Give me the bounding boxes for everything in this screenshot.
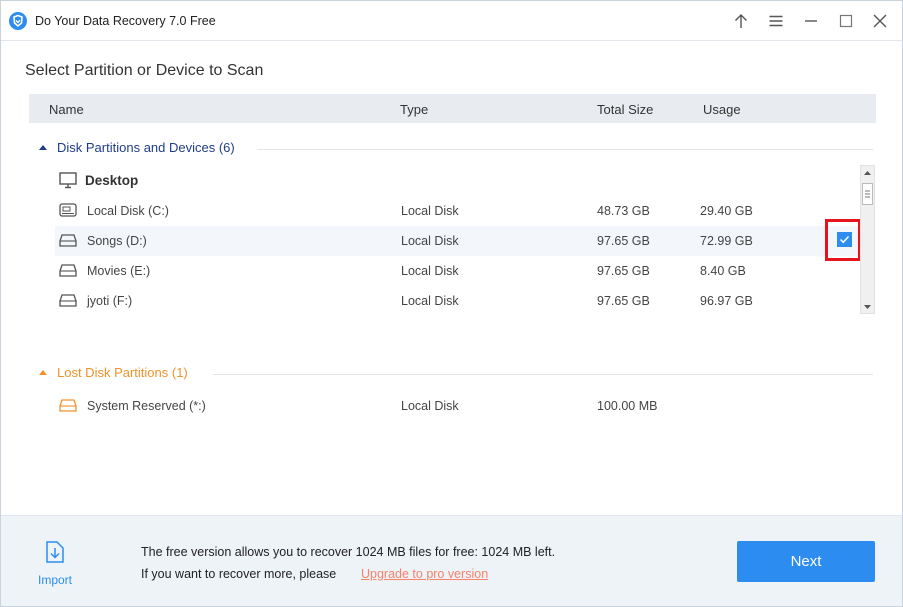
arrow-up-icon (735, 14, 747, 28)
hamburger-menu-icon (769, 15, 783, 27)
import-button[interactable]: Import (31, 540, 79, 587)
row-size: 97.65 GB (597, 234, 650, 248)
scroll-down-arrow[interactable] (861, 300, 874, 313)
drive-icon (59, 264, 77, 277)
chevron-down-icon (864, 304, 871, 309)
row-size: 48.73 GB (597, 204, 650, 218)
next-button[interactable]: Next (737, 541, 875, 582)
app-logo-icon (9, 12, 27, 30)
row-type: Local Disk (401, 294, 459, 308)
import-label: Import (37, 573, 72, 587)
upgrade-link[interactable]: Upgrade to pro version (361, 567, 488, 581)
recover-more-note: If you want to recover more, please (141, 567, 337, 581)
scroll-thumb[interactable] (862, 183, 873, 205)
row-type: Local Disk (401, 399, 459, 413)
select-checkbox[interactable] (837, 232, 852, 247)
window-title: Do Your Data Recovery 7.0 Free (35, 14, 216, 28)
column-header: Name Type Total Size Usage (29, 94, 876, 123)
collapse-triangle-icon (39, 370, 47, 375)
desktop-label: Desktop (85, 173, 139, 188)
chevron-up-icon (864, 170, 871, 175)
group-disk-partitions[interactable]: Disk Partitions and Devices (6) (39, 140, 235, 155)
row-name: jyoti (F:) (87, 294, 133, 308)
close-button[interactable] (868, 9, 892, 33)
page-heading: Select Partition or Device to Scan (25, 62, 264, 79)
minimize-button[interactable] (799, 9, 823, 33)
close-icon (873, 14, 887, 28)
row-type: Local Disk (401, 234, 459, 248)
group-divider (213, 374, 873, 375)
lost-drive-icon (59, 399, 77, 412)
row-size: 97.65 GB (597, 294, 650, 308)
table-row[interactable]: Local Disk (C:) Local Disk 48.73 GB 29.4… (55, 196, 859, 226)
row-name: Local Disk (C:) (87, 204, 169, 218)
row-size: 97.65 GB (597, 264, 650, 278)
group-disk-partitions-title: Disk Partitions and Devices (6) (57, 140, 235, 155)
grip-icon (865, 190, 870, 198)
menu-button[interactable] (764, 9, 788, 33)
drive-icon (59, 234, 77, 247)
footer-bar: Import The free version allows you to re… (1, 515, 902, 606)
group-lost-partitions-title: Lost Disk Partitions (1) (57, 365, 188, 380)
row-name: System Reserved (*:) (87, 399, 206, 413)
scroll-up-arrow[interactable] (861, 166, 874, 179)
row-type: Local Disk (401, 204, 459, 218)
upload-button[interactable] (729, 9, 753, 33)
maximize-button[interactable] (834, 9, 858, 33)
drive-icon (59, 294, 77, 307)
desktop-monitor-icon (59, 172, 77, 189)
table-row[interactable]: System Reserved (*:) Local Disk 100.00 M… (55, 391, 859, 421)
free-version-note: The free version allows you to recover 1… (141, 545, 556, 559)
row-usage: 29.40 GB (700, 204, 753, 218)
system-drive-icon (59, 203, 77, 217)
vertical-scrollbar[interactable] (860, 165, 875, 314)
column-usage[interactable]: Usage (703, 102, 741, 117)
column-name[interactable]: Name (49, 102, 84, 117)
checkmark-icon (839, 235, 850, 244)
group-lost-partitions[interactable]: Lost Disk Partitions (1) (39, 365, 188, 380)
group-divider (257, 149, 873, 150)
column-type[interactable]: Type (400, 102, 428, 117)
app-window: Do Your Data Recovery 7.0 Free Select Pa… (0, 0, 903, 607)
row-usage: 8.40 GB (700, 264, 746, 278)
row-usage: 72.99 GB (700, 234, 753, 248)
table-row[interactable]: Movies (E:) Local Disk 97.65 GB 8.40 GB (55, 256, 859, 286)
table-row-selected[interactable]: Songs (D:) Local Disk 97.65 GB 72.99 GB (55, 226, 859, 256)
minimize-icon (805, 20, 817, 22)
title-bar: Do Your Data Recovery 7.0 Free (1, 1, 902, 41)
table-row[interactable]: jyoti (F:) Local Disk 97.65 GB 96.97 GB (55, 286, 859, 316)
row-size: 100.00 MB (597, 399, 658, 413)
row-usage: 96.97 GB (700, 294, 753, 308)
row-name: Songs (D:) (87, 234, 147, 248)
import-icon (46, 541, 64, 563)
collapse-triangle-icon (39, 145, 47, 150)
row-type: Local Disk (401, 264, 459, 278)
maximize-icon (839, 14, 853, 28)
row-name: Movies (E:) (87, 264, 151, 278)
column-total-size[interactable]: Total Size (597, 102, 653, 117)
